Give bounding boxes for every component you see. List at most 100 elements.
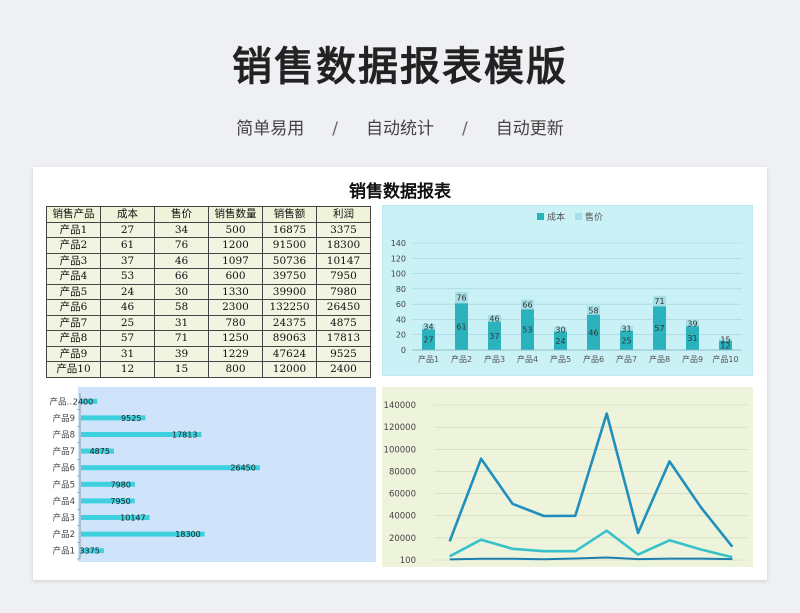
y-tick-label: 产品2 bbox=[53, 529, 75, 540]
data-label-cost: 53 bbox=[522, 326, 532, 335]
data-label: 7980 bbox=[111, 480, 131, 489]
y-tick-label: 40000 bbox=[389, 512, 416, 522]
data-label: 17813 bbox=[172, 431, 197, 440]
y-tick-label: 产品3 bbox=[53, 513, 75, 524]
data-label: 3375 bbox=[79, 547, 99, 556]
table-row: 产品2 61 76 1200 91500 18300 bbox=[46, 237, 371, 254]
table-cell: 37 bbox=[100, 252, 155, 269]
table-cell: 46 bbox=[154, 252, 209, 269]
table-cell: 1229 bbox=[208, 345, 263, 362]
table-cell: 产品9 bbox=[46, 345, 101, 362]
column-header: 销售产品 bbox=[46, 206, 101, 223]
table-row: 产品4 53 66 600 39750 7950 bbox=[46, 268, 371, 285]
tagline: 简单易用 / 自动统计 / 自动更新 bbox=[0, 114, 800, 139]
y-tick-label: 产品4 bbox=[53, 496, 75, 507]
column-header: 销售额 bbox=[262, 206, 317, 223]
table-cell: 产品7 bbox=[46, 314, 101, 331]
y-tick-label: 产品1 bbox=[53, 546, 75, 557]
table-cell: 39750 bbox=[262, 268, 317, 285]
y-tick-label: 产品6 bbox=[53, 463, 75, 474]
x-tick-label: 产品4 bbox=[517, 354, 538, 364]
y-tick-label: 60000 bbox=[389, 490, 416, 500]
table-cell: 89063 bbox=[262, 330, 317, 347]
data-label-price: 46 bbox=[489, 314, 499, 323]
legend-label-cost: 成本 bbox=[547, 211, 565, 223]
legend-label-price: 售价 bbox=[585, 211, 603, 223]
table-cell: 1200 bbox=[208, 237, 263, 254]
table-row: 产品7 25 31 780 24375 4875 bbox=[46, 314, 371, 331]
x-tick-label: 产品9 bbox=[682, 354, 703, 364]
table-cell: 47624 bbox=[262, 345, 317, 362]
y-tick-label: 产品8 bbox=[53, 430, 75, 441]
y-tick-label: 100 bbox=[400, 556, 416, 566]
data-label-price: 39 bbox=[687, 319, 697, 328]
legend-swatch-price bbox=[575, 213, 582, 220]
table-row: 产品9 31 39 1229 47624 9525 bbox=[46, 345, 371, 362]
table-cell: 产品4 bbox=[46, 268, 101, 285]
line-chart-svg: 100 20000 40000 60000 80000 100000 120000 14000… bbox=[382, 387, 753, 567]
x-tick-label: 产品3 bbox=[484, 354, 505, 364]
x-tick-label: 产品5 bbox=[550, 354, 571, 364]
table-cell: 12 bbox=[100, 361, 155, 378]
tag-easy: 简单易用 bbox=[236, 119, 305, 139]
table-cell: 产品10 bbox=[46, 361, 101, 378]
table-cell: 800 bbox=[208, 361, 263, 378]
table-cell: 24375 bbox=[262, 314, 317, 331]
table-cell: 31 bbox=[154, 314, 209, 331]
y-tick-label: 产品… bbox=[49, 396, 75, 407]
table-cell: 25 bbox=[100, 314, 155, 331]
y-tick-label: 120000 bbox=[384, 423, 416, 433]
column-header: 销售数量 bbox=[208, 206, 263, 223]
y-tick-label: 80 bbox=[396, 285, 406, 294]
stacked-bar-chart: 0 20 40 60 80 100 120 140 成本 售价 27 34 产品1 61 76 产品2 37 46… bbox=[381, 204, 754, 377]
table-cell: 57 bbox=[100, 330, 155, 347]
table-cell: 7950 bbox=[316, 268, 371, 285]
data-label-price: 34 bbox=[423, 323, 433, 332]
data-label: 7950 bbox=[110, 497, 130, 506]
table-row: 产品8 57 71 1250 89063 17813 bbox=[46, 330, 371, 347]
table-cell: 46 bbox=[100, 299, 155, 316]
table-cell: 39900 bbox=[262, 283, 317, 300]
x-tick-label: 产品6 bbox=[583, 354, 604, 364]
table-cell: 产品8 bbox=[46, 330, 101, 347]
horizontal-bar-chart-svg: 产品1 3375 产品2 18300 产品3 10147 产品4 7950 产品5 7980 产品6… bbox=[49, 387, 376, 562]
data-label-cost: 61 bbox=[456, 323, 466, 332]
tag-separator: / bbox=[462, 119, 468, 139]
report-title: 销售数据报表 bbox=[349, 182, 451, 202]
data-label-cost: 57 bbox=[654, 324, 664, 333]
x-tick-label: 产品10 bbox=[712, 354, 738, 364]
table-cell: 500 bbox=[208, 221, 263, 238]
y-tick-label: 产品9 bbox=[53, 413, 75, 424]
table-cell: 91500 bbox=[262, 237, 317, 254]
table-cell: 3375 bbox=[316, 221, 371, 238]
table-cell: 产品3 bbox=[46, 252, 101, 269]
table-cell: 24 bbox=[100, 283, 155, 300]
horizontal-bar-chart: 产品1 3375 产品2 18300 产品3 10147 产品4 7950 产品5 7980 产品6… bbox=[45, 387, 376, 562]
y-tick-label: 140000 bbox=[384, 401, 416, 411]
table-row: 产品6 46 58 2300 132250 26450 bbox=[46, 299, 371, 316]
table-cell: 18300 bbox=[316, 237, 371, 254]
data-label-price: 58 bbox=[588, 306, 598, 315]
table-cell: 780 bbox=[208, 314, 263, 331]
data-label: 4875 bbox=[90, 447, 110, 456]
table-cell: 71 bbox=[154, 330, 209, 347]
data-label: 26450 bbox=[230, 464, 255, 473]
table-header-row: 销售产品 成本 售价 销售数量 销售额 利润 bbox=[46, 206, 371, 223]
table-cell: 30 bbox=[154, 283, 209, 300]
table-cell: 产品5 bbox=[46, 283, 101, 300]
table-cell: 27 bbox=[100, 221, 155, 238]
table-cell: 50736 bbox=[262, 252, 317, 269]
stacked-bar-chart-svg: 0 20 40 60 80 100 120 140 成本 售价 27 34 产品1 61 76 产品2 37 46… bbox=[381, 204, 754, 377]
y-tick-label: 120 bbox=[391, 254, 406, 263]
data-label-price: 76 bbox=[456, 294, 466, 303]
table-cell: 产品6 bbox=[46, 299, 101, 316]
data-label: 2400 bbox=[73, 397, 93, 406]
table-row: 产品5 24 30 1330 39900 7980 bbox=[46, 283, 371, 300]
table-cell: 53 bbox=[100, 268, 155, 285]
table-cell: 61 bbox=[100, 237, 155, 254]
table-cell: 9525 bbox=[316, 345, 371, 362]
table-cell: 66 bbox=[154, 268, 209, 285]
table-cell: 34 bbox=[154, 221, 209, 238]
report-card: 销售数据报表 销售产品 成本 售价 销售数量 销售额 利润 产品1 27 34 500… bbox=[33, 167, 767, 580]
table-cell: 76 bbox=[154, 237, 209, 254]
